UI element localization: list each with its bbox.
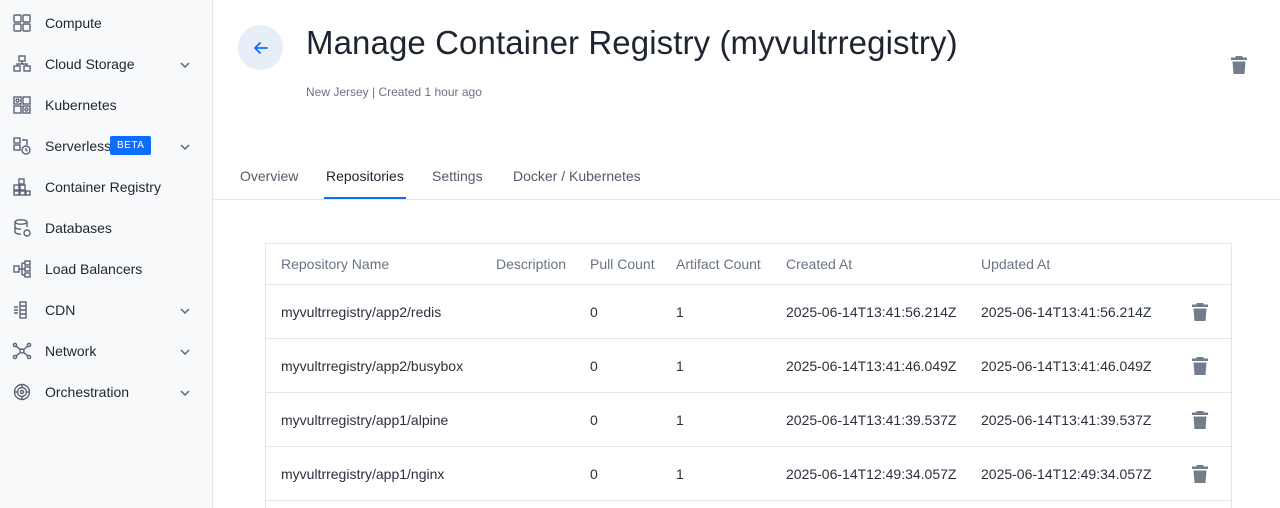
page-subtitle: New Jersey | Created 1 hour ago bbox=[306, 85, 482, 99]
repositories-table: Repository Name Description Pull Count A… bbox=[265, 243, 1232, 508]
repository-name-cell[interactable]: myvultrregistry/app1/alpine bbox=[281, 412, 448, 428]
artifact-count-cell: 1 bbox=[676, 412, 684, 428]
updated-at-cell: 2025-06-14T13:41:56.214Z bbox=[981, 304, 1152, 320]
repository-name-cell[interactable]: myvultrregistry/app2/busybox bbox=[281, 358, 463, 374]
arrow-left-icon bbox=[253, 41, 268, 54]
chevron-down-icon[interactable] bbox=[178, 345, 192, 359]
sidebar-item-label: CDN bbox=[45, 302, 76, 318]
delete-repository-button[interactable] bbox=[1191, 356, 1209, 376]
sidebar-item-serverless[interactable]: Serverless BETA bbox=[0, 128, 212, 164]
sidebar-item-label: Kubernetes bbox=[45, 97, 117, 113]
back-button[interactable] bbox=[238, 25, 283, 70]
trash-icon bbox=[1192, 357, 1208, 375]
sidebar-item-container-registry[interactable]: Container Registry bbox=[0, 169, 212, 205]
repository-name-cell[interactable]: myvultrregistry/app1/nginx bbox=[281, 466, 444, 482]
table-row[interactable]: myvultrregistry/app2/redis 0 1 2025-06-1… bbox=[266, 285, 1231, 339]
table-header-row: Repository Name Description Pull Count A… bbox=[266, 244, 1231, 285]
trash-icon bbox=[1192, 411, 1208, 429]
sidebar-item-label: Databases bbox=[45, 220, 112, 236]
created-at-cell: 2025-06-14T13:41:46.049Z bbox=[786, 358, 957, 374]
column-header-description[interactable]: Description bbox=[496, 256, 566, 272]
sidebar-item-load-balancers[interactable]: Load Balancers bbox=[0, 251, 212, 287]
column-header-repository-name[interactable]: Repository Name bbox=[281, 256, 389, 272]
page-title: Manage Container Registry (myvultrregist… bbox=[306, 24, 958, 61]
updated-at-cell: 2025-06-14T12:49:34.057Z bbox=[981, 466, 1152, 482]
delete-repository-button[interactable] bbox=[1191, 410, 1209, 430]
trash-icon bbox=[1192, 465, 1208, 483]
delete-repository-button[interactable] bbox=[1191, 302, 1209, 322]
sidebar-item-label: Compute bbox=[45, 15, 102, 31]
tab-settings[interactable]: Settings bbox=[430, 168, 485, 199]
column-header-artifact-count[interactable]: Artifact Count bbox=[676, 256, 761, 272]
kubernetes-icon bbox=[12, 95, 32, 115]
updated-at-cell: 2025-06-14T13:41:39.537Z bbox=[981, 412, 1152, 428]
sidebar-item-label: Orchestration bbox=[45, 384, 130, 400]
trash-icon bbox=[1231, 56, 1247, 74]
sidebar-item-compute[interactable]: Compute bbox=[0, 5, 212, 41]
column-header-pull-count[interactable]: Pull Count bbox=[590, 256, 655, 272]
tab-docker-kubernetes[interactable]: Docker / Kubernetes bbox=[511, 168, 643, 199]
tab-bar: Overview Repositories Settings Docker / … bbox=[213, 160, 1280, 200]
orchestration-icon bbox=[12, 382, 32, 402]
sidebar-item-databases[interactable]: Databases bbox=[0, 210, 212, 246]
pull-count-cell: 0 bbox=[590, 466, 598, 482]
cdn-icon bbox=[12, 300, 32, 320]
created-at-cell: 2025-06-14T13:41:39.537Z bbox=[786, 412, 957, 428]
repository-name-cell[interactable]: myvultrregistry/app2/redis bbox=[281, 304, 441, 320]
created-at-cell: 2025-06-14T13:41:56.214Z bbox=[786, 304, 957, 320]
pull-count-cell: 0 bbox=[590, 304, 598, 320]
table-row[interactable]: myvultrregistry/app2/busybox 0 1 2025-06… bbox=[266, 339, 1231, 393]
sidebar-item-cdn[interactable]: CDN bbox=[0, 292, 212, 328]
column-header-created-at[interactable]: Created At bbox=[786, 256, 852, 272]
load-balancers-icon bbox=[12, 259, 32, 279]
sidebar-item-orchestration[interactable]: Orchestration bbox=[0, 374, 212, 410]
sidebar-item-label: Cloud Storage bbox=[45, 56, 135, 72]
artifact-count-cell: 1 bbox=[676, 304, 684, 320]
tab-repositories[interactable]: Repositories bbox=[324, 168, 406, 199]
chevron-down-icon[interactable] bbox=[178, 386, 192, 400]
trash-icon bbox=[1192, 303, 1208, 321]
databases-icon bbox=[12, 218, 32, 238]
tab-overview[interactable]: Overview bbox=[238, 168, 300, 199]
created-at-cell: 2025-06-14T12:49:34.057Z bbox=[786, 466, 957, 482]
sidebar-item-kubernetes[interactable]: Kubernetes bbox=[0, 87, 212, 123]
sidebar: Compute Cloud Storage Kubernetes Serverl… bbox=[0, 0, 213, 508]
container-registry-icon bbox=[12, 177, 32, 197]
chevron-down-icon[interactable] bbox=[178, 58, 192, 72]
sidebar-item-cloud-storage[interactable]: Cloud Storage bbox=[0, 46, 212, 82]
sidebar-item-label: Serverless bbox=[45, 138, 112, 154]
pull-count-cell: 0 bbox=[590, 412, 598, 428]
sidebar-item-network[interactable]: Network bbox=[0, 333, 212, 369]
artifact-count-cell: 1 bbox=[676, 466, 684, 482]
delete-repository-button[interactable] bbox=[1191, 464, 1209, 484]
column-header-updated-at[interactable]: Updated At bbox=[981, 256, 1050, 272]
table-row[interactable]: myvultrregistry/app1/alpine 0 1 2025-06-… bbox=[266, 393, 1231, 447]
sidebar-item-label: Network bbox=[45, 343, 97, 359]
main-content: Manage Container Registry (myvultrregist… bbox=[213, 0, 1280, 508]
beta-badge: BETA bbox=[110, 136, 152, 155]
sidebar-item-label: Load Balancers bbox=[45, 261, 143, 277]
artifact-count-cell: 1 bbox=[676, 358, 684, 374]
table-row[interactable]: myvultrregistry/app1/nginx 0 1 2025-06-1… bbox=[266, 447, 1231, 501]
pull-count-cell: 0 bbox=[590, 358, 598, 374]
app-root: Compute Cloud Storage Kubernetes Serverl… bbox=[0, 0, 1280, 508]
updated-at-cell: 2025-06-14T13:41:46.049Z bbox=[981, 358, 1152, 374]
cloud-storage-icon bbox=[12, 54, 32, 74]
network-icon bbox=[12, 341, 32, 361]
chevron-down-icon[interactable] bbox=[178, 140, 192, 154]
chevron-down-icon[interactable] bbox=[178, 304, 192, 318]
sidebar-item-label: Container Registry bbox=[45, 179, 161, 195]
compute-icon bbox=[12, 13, 32, 33]
serverless-icon bbox=[12, 136, 32, 156]
delete-registry-button[interactable] bbox=[1228, 54, 1250, 76]
